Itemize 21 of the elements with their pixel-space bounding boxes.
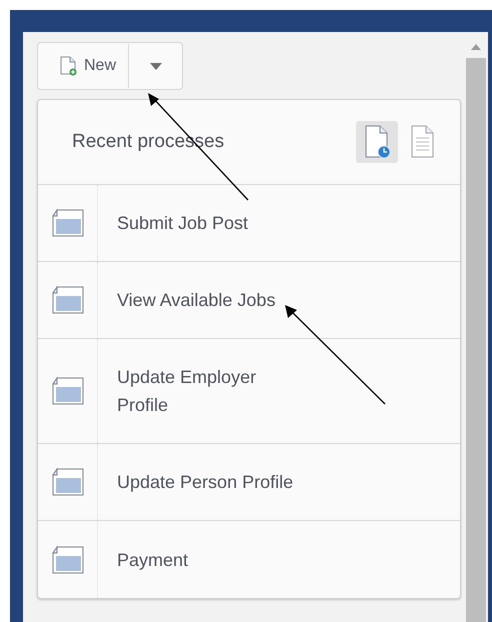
process-label: Update Person Profile (116, 471, 294, 494)
process-label: Payment (116, 548, 188, 572)
process-label: View Available Jobs (116, 289, 276, 312)
process-icon (50, 285, 84, 315)
process-icon (50, 467, 84, 497)
process-icon (50, 208, 84, 238)
process-item[interactable]: Update Person Profile (38, 444, 460, 521)
process-icon (50, 376, 84, 406)
process-item[interactable]: Update Employer Profile (38, 339, 460, 444)
process-label: Update Employer Profile (116, 366, 258, 417)
new-button[interactable]: New (38, 43, 128, 89)
caret-down-icon (150, 62, 162, 70)
process-item[interactable]: Submit Job Post (38, 185, 460, 262)
scrollbar-thumb[interactable] (466, 58, 486, 622)
process-item[interactable]: Payment (38, 521, 460, 598)
scroll-up-icon (471, 44, 481, 50)
process-icon (50, 544, 84, 574)
recent-view-toggle[interactable] (356, 121, 398, 163)
new-document-icon (58, 56, 78, 76)
process-item[interactable]: View Available Jobs (38, 262, 460, 339)
process-label: Submit Job Post (116, 212, 248, 235)
